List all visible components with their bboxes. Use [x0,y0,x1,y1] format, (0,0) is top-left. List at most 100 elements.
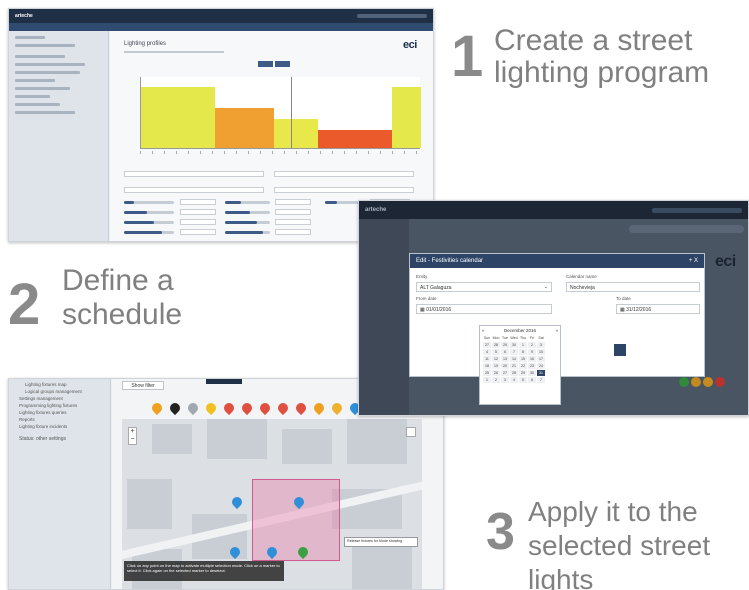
prev-month-icon[interactable]: « [482,328,485,333]
toolbar-button-1[interactable] [258,61,273,67]
slider-3-value[interactable] [180,219,216,225]
slider-6[interactable] [225,211,270,214]
day-cell[interactable]: 4 [482,348,492,356]
day-cell[interactable]: 4 [509,376,519,384]
day-cell[interactable]: 1 [518,341,528,349]
sidebar-item-2[interactable]: Settings management [9,395,110,402]
day-cell[interactable]: 16 [527,355,537,363]
palette-marker-icon-3[interactable] [203,400,219,416]
day-cell[interactable]: 20 [500,362,510,370]
save-button[interactable] [614,344,626,356]
day-cell[interactable]: 19 [491,362,501,370]
day-cell[interactable]: 14 [509,355,519,363]
day-cell[interactable]: 7 [536,376,546,384]
form-field-description[interactable] [274,171,414,177]
day-cell[interactable]: 8 [518,348,528,356]
selection-rectangle[interactable] [252,479,340,561]
day-cell[interactable]: 11 [482,355,492,363]
slider-1[interactable] [124,201,174,204]
slider-4-value[interactable] [180,229,216,235]
day-cell[interactable]: 10 [536,348,546,356]
day-cell[interactable]: 30 [509,341,519,349]
show-filter-button[interactable]: Show filter [122,381,164,390]
next-month-icon[interactable]: » [555,328,558,333]
palette-marker-icon-1[interactable] [167,400,183,416]
sidebar-item-4[interactable]: Lighting fixtures queries [9,409,110,416]
modal-close-button[interactable]: + X [689,258,698,264]
lamp-marker-1[interactable] [229,494,245,510]
map-canvas[interactable]: + − Click on any point on the map to act… [122,419,422,589]
sidebar-item-1[interactable]: Logical groups management [9,388,110,395]
user-menu[interactable] [357,14,427,18]
to-date-input[interactable]: ▦ 31/12/2016 [616,304,700,314]
day-cell[interactable]: 22 [518,362,528,370]
map-type-button[interactable] [406,427,416,437]
day-cell[interactable]: 3 [500,376,510,384]
day-cell[interactable]: 27 [482,341,492,349]
slider-2[interactable] [124,211,174,214]
day-cell[interactable]: 6 [500,348,510,356]
day-cell[interactable]: 27 [500,369,510,377]
toolbar-button-2[interactable] [275,61,290,67]
palette-marker-icon-6[interactable] [257,400,273,416]
slider-6-value[interactable] [275,209,311,215]
day-cell[interactable]: 6 [527,376,537,384]
form-field-2a[interactable] [124,187,264,193]
calendar-name-input[interactable]: Nochevieja [566,282,700,292]
day-cell[interactable]: 18 [482,362,492,370]
sidebar-item-0[interactable]: Lighting fixtures map [9,381,110,388]
day-cell[interactable]: 28 [509,369,519,377]
day-cell[interactable]: 5 [491,348,501,356]
day-cell[interactable]: 28 [491,341,501,349]
palette-marker-icon-8[interactable] [293,400,309,416]
slider-2-value[interactable] [180,209,216,215]
day-cell[interactable]: 23 [527,362,537,370]
slider-7-value[interactable] [275,219,311,225]
palette-marker-icon-4[interactable] [221,400,237,416]
form-field-2b[interactable] [274,187,414,193]
palette-marker-icon-2[interactable] [185,400,201,416]
day-cell[interactable]: 21 [509,362,519,370]
day-cell[interactable]: 26 [491,369,501,377]
slider-8[interactable] [225,231,270,234]
slider-4[interactable] [124,231,174,234]
slider-3[interactable] [124,221,174,224]
zoom-out-button[interactable]: − [129,436,136,444]
day-cell[interactable]: 7 [509,348,519,356]
palette-marker-icon-10[interactable] [329,400,345,416]
slider-5-value[interactable] [275,199,311,205]
day-cell[interactable]: 17 [536,355,546,363]
slider-8-value[interactable] [275,229,311,235]
day-cell[interactable]: 13 [500,355,510,363]
day-cell[interactable]: 1 [482,376,492,384]
day-cell[interactable]: 24 [536,362,546,370]
day-cell[interactable]: 12 [491,355,501,363]
cal-user-menu[interactable] [652,207,742,213]
zoom-in-button[interactable]: + [129,428,136,436]
day-cell[interactable]: 31 [536,369,546,377]
sidebar-item-3[interactable]: Programming lighting fixtures [9,402,110,409]
sidebar-item-6[interactable]: Lighting fixture incidents [9,423,110,430]
day-cell[interactable]: 15 [518,355,528,363]
slider-5[interactable] [225,201,270,204]
sidebar-item-5[interactable]: Reports [9,416,110,423]
sidebar-item-7[interactable]: Status: other settings [9,430,110,443]
day-cell[interactable]: 29 [518,369,528,377]
day-cell[interactable]: 29 [500,341,510,349]
from-date-input[interactable]: ▦ 01/01/2016 [416,304,552,314]
slider-7[interactable] [225,221,270,224]
palette-marker-icon-9[interactable] [311,400,327,416]
day-cell[interactable]: 3 [536,341,546,349]
day-cell[interactable]: 9 [527,348,537,356]
palette-marker-icon-7[interactable] [275,400,291,416]
day-cell[interactable]: 25 [482,369,492,377]
day-cell[interactable]: 30 [527,369,537,377]
form-field-name[interactable] [124,171,264,177]
entity-select[interactable]: ALT Galaguza ⌄ [416,282,552,292]
day-cell[interactable]: 5 [518,376,528,384]
day-cell[interactable]: 2 [527,341,537,349]
day-cell[interactable]: 2 [491,376,501,384]
palette-marker-icon-0[interactable] [149,400,165,416]
palette-marker-icon-5[interactable] [239,400,255,416]
slider-1-value[interactable] [180,199,216,205]
